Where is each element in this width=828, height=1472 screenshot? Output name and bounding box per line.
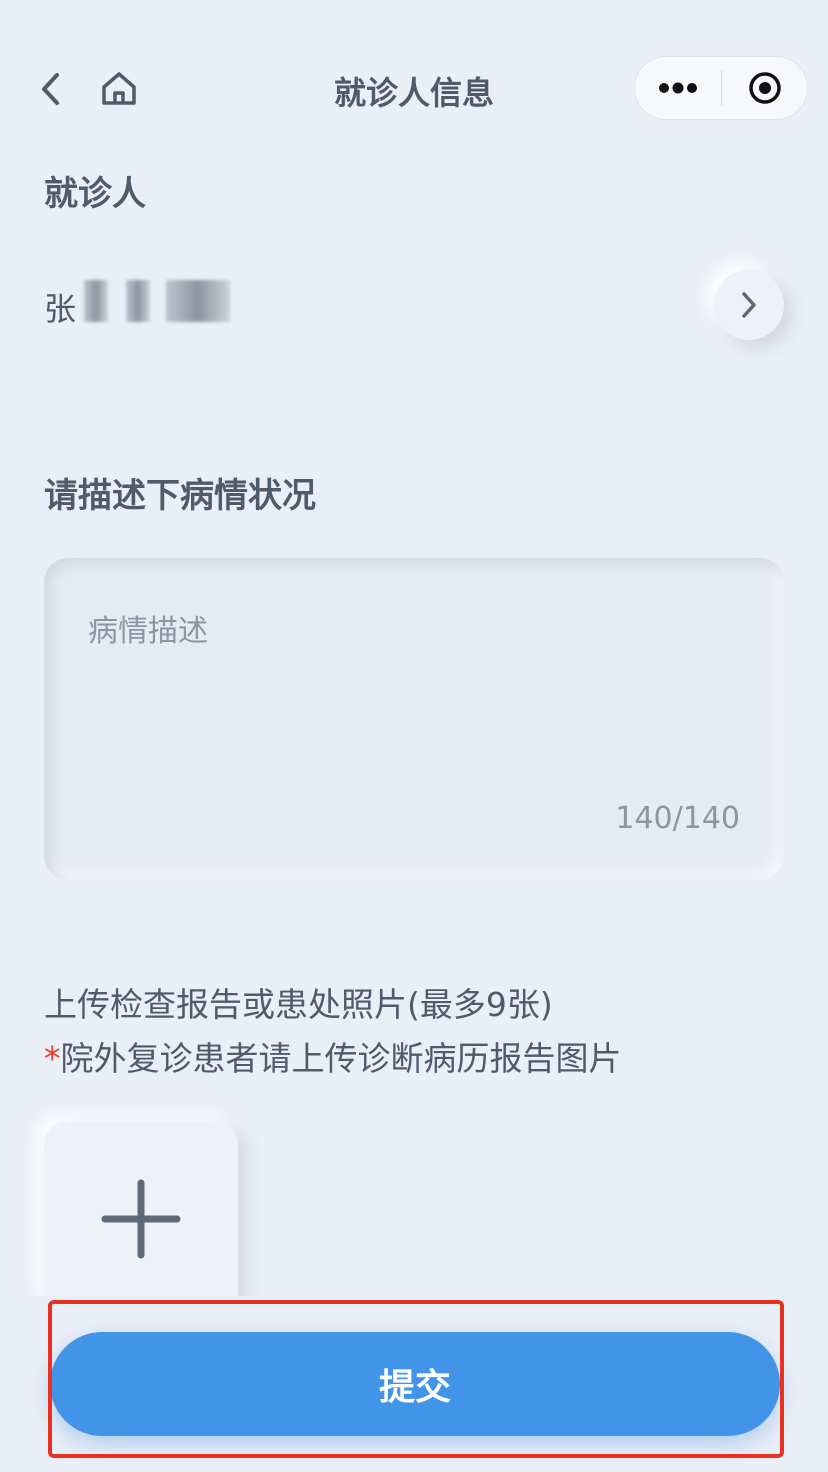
character-counter: 140/140 <box>615 801 740 836</box>
redacted-name-part <box>84 280 108 322</box>
mini-program-capsule <box>634 56 808 120</box>
back-button[interactable] <box>30 66 70 112</box>
more-button[interactable] <box>635 57 721 119</box>
add-photo-button[interactable] <box>44 1122 238 1316</box>
description-input[interactable] <box>88 606 738 806</box>
home-icon <box>102 72 136 105</box>
page-title: 就诊人信息 <box>333 74 494 112</box>
redacted-name-part <box>166 280 230 322</box>
patient-selector[interactable]: 张 <box>44 270 788 344</box>
chevron-right-icon <box>742 292 756 318</box>
upload-instruction: 上传检查报告或患处照片(最多9张) <box>44 985 553 1024</box>
close-mini-program-button[interactable] <box>722 57 807 119</box>
home-button[interactable] <box>96 66 142 112</box>
more-dots-icon <box>659 82 697 94</box>
description-section-title: 请描述下病情状况 <box>44 476 316 516</box>
description-box: 140/140 <box>44 558 784 880</box>
patient-name: 张 <box>44 290 77 328</box>
submit-button[interactable]: 提交 <box>50 1332 780 1436</box>
required-mark: * <box>44 1039 61 1078</box>
patient-arrow-button[interactable] <box>714 270 784 340</box>
patient-info-screen: 就诊人信息 就诊人 张 请描述下病情状况 病情描述 140/140 上传检查报告… <box>0 0 828 1472</box>
plus-icon <box>101 1179 181 1259</box>
upload-note-text: 院外复诊患者请上传诊断病历报告图片 <box>60 1039 622 1078</box>
chevron-left-icon <box>42 73 59 105</box>
target-circle-icon <box>748 72 781 104</box>
upload-note: *院外复诊患者请上传诊断病历报告图片 <box>44 1032 622 1080</box>
redacted-name-part <box>126 280 150 322</box>
patient-section-title: 就诊人 <box>44 174 146 214</box>
